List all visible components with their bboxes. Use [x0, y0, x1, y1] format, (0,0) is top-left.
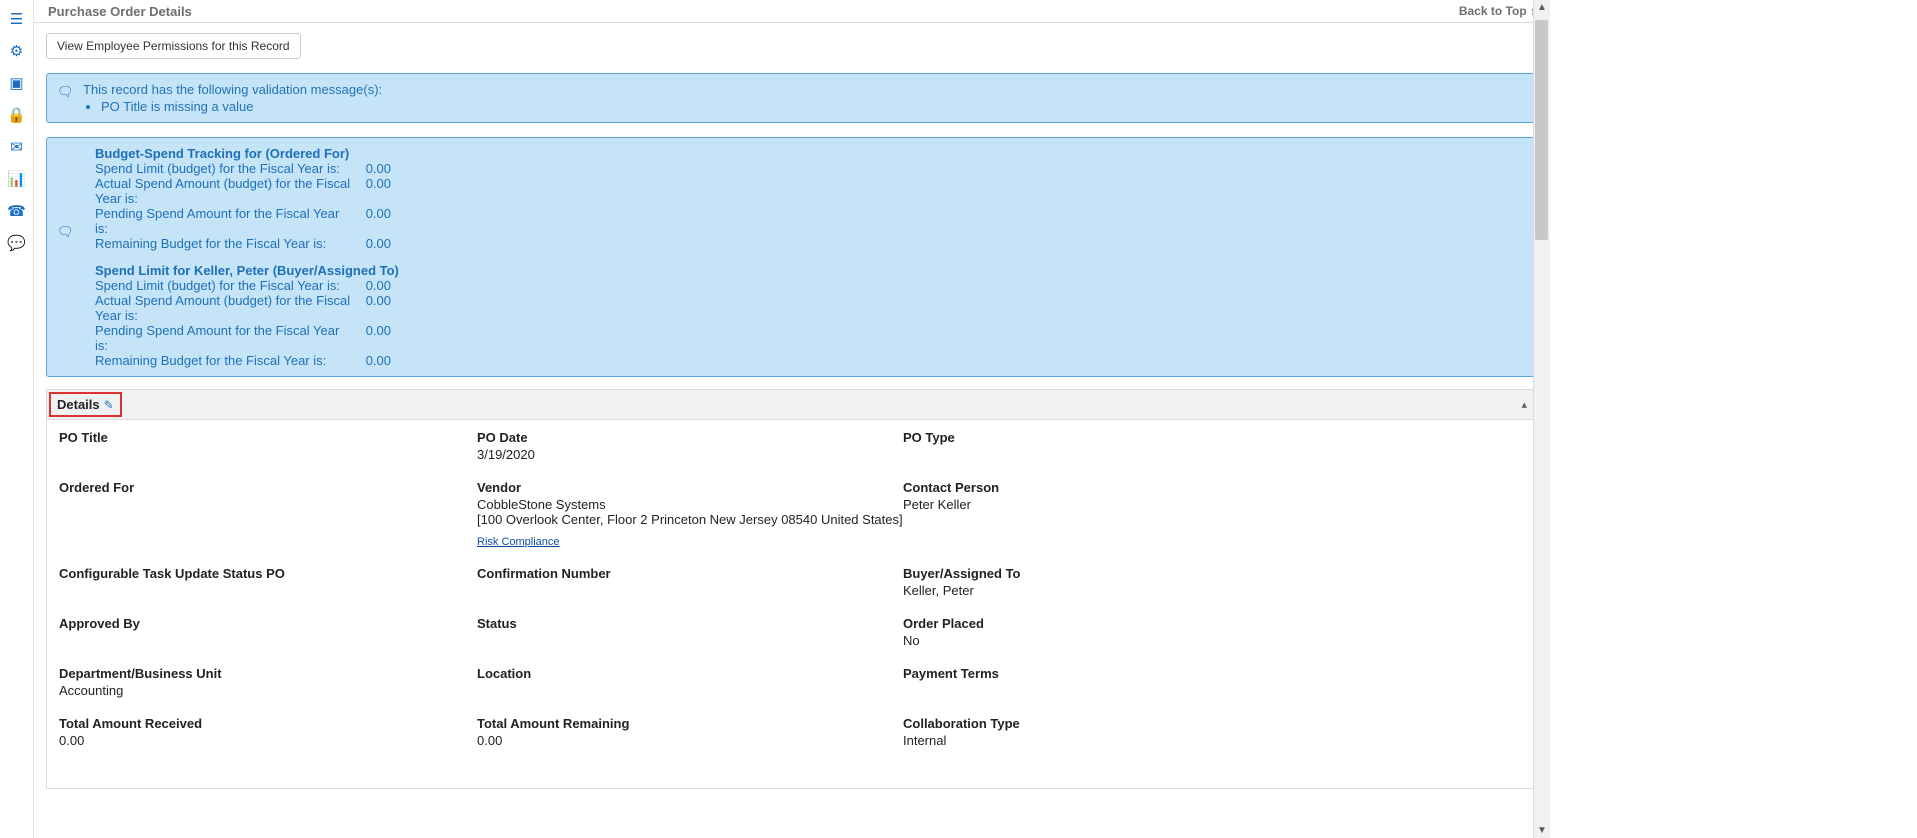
- back-to-top-link[interactable]: Back to Top ↑: [1459, 4, 1536, 18]
- field-label-po-title: PO Title: [59, 430, 477, 445]
- budget-section-ordered-for: Budget-Spend Tracking for (Ordered For) …: [83, 146, 1527, 251]
- field-value-vendor-addr: [100 Overlook Center, Floor 2 Princeton …: [477, 512, 903, 527]
- field-label-dept: Department/Business Unit: [59, 666, 477, 681]
- field-value-total-remaining: 0.00: [477, 733, 903, 748]
- menu-icon[interactable]: ☰: [10, 10, 23, 28]
- lock-icon[interactable]: 🔒: [7, 106, 26, 124]
- scroll-up-arrow-icon[interactable]: ▲: [1537, 0, 1547, 15]
- validation-info-box: 🗨 This record has the following validati…: [46, 73, 1538, 123]
- chart-icon[interactable]: 📊: [7, 170, 26, 188]
- budget-row-value: 0.00: [351, 323, 391, 353]
- field-value-collab: Internal: [903, 733, 1329, 748]
- budget-row-value: 0.00: [351, 278, 391, 293]
- field-label-total-remaining: Total Amount Remaining: [477, 716, 903, 731]
- details-header-label: Details: [57, 397, 100, 412]
- gear-icon[interactable]: ⚙: [10, 42, 23, 60]
- budget-section-title: Budget-Spend Tracking for (Ordered For): [85, 146, 1527, 161]
- mail-icon[interactable]: ✉: [10, 138, 23, 156]
- view-permissions-button[interactable]: View Employee Permissions for this Recor…: [46, 33, 301, 59]
- field-label-location: Location: [477, 666, 903, 681]
- budget-row-label: Spend Limit (budget) for the Fiscal Year…: [95, 278, 351, 293]
- document-icon[interactable]: ▣: [9, 74, 23, 92]
- field-label-contact: Contact Person: [903, 480, 1329, 495]
- budget-row-value: 0.00: [351, 236, 391, 251]
- pencil-icon[interactable]: ✎: [104, 398, 114, 412]
- budget-row-label: Spend Limit (budget) for the Fiscal Year…: [95, 161, 351, 176]
- budget-row-label: Pending Spend Amount for the Fiscal Year…: [95, 206, 351, 236]
- budget-row-value: 0.00: [351, 206, 391, 236]
- field-label-payment-terms: Payment Terms: [903, 666, 1329, 681]
- chat-icon[interactable]: 💬: [7, 234, 26, 252]
- vertical-scrollbar[interactable]: ▲ ▼: [1533, 0, 1550, 838]
- field-label-ordered-for: Ordered For: [59, 480, 477, 495]
- risk-compliance-link[interactable]: Risk Compliance: [477, 536, 560, 548]
- budget-row-label: Actual Spend Amount (budget) for the Fis…: [95, 176, 351, 206]
- budget-row-label: Actual Spend Amount (budget) for the Fis…: [95, 293, 351, 323]
- field-value-buyer: Keller, Peter: [903, 583, 1329, 598]
- field-label-vendor: Vendor: [477, 480, 903, 495]
- collapse-icon[interactable]: ▴: [1521, 398, 1527, 411]
- details-panel: PO Title PO Date 3/19/2020 PO Type: [46, 419, 1538, 789]
- budget-row-value: 0.00: [351, 293, 391, 323]
- budget-row-value: 0.00: [351, 161, 391, 176]
- field-value-vendor-name: CobbleStone Systems: [477, 497, 903, 512]
- field-label-task-status: Configurable Task Update Status PO: [59, 566, 477, 581]
- scroll-thumb[interactable]: [1535, 20, 1548, 240]
- validation-item: PO Title is missing a value: [101, 99, 1527, 114]
- field-label-confirmation: Confirmation Number: [477, 566, 903, 581]
- field-label-status: Status: [477, 616, 903, 631]
- page-title: Purchase Order Details: [48, 4, 192, 19]
- budget-row-label: Remaining Budget for the Fiscal Year is:: [95, 353, 351, 368]
- field-value-contact: Peter Keller: [903, 497, 1329, 512]
- field-label-order-placed: Order Placed: [903, 616, 1329, 631]
- info-icon: 🗨: [57, 84, 74, 100]
- field-value-order-placed: No: [903, 633, 1329, 648]
- main-area: Purchase Order Details Back to Top ↑ Vie…: [34, 0, 1550, 838]
- budget-row-label: Remaining Budget for the Fiscal Year is:: [95, 236, 351, 251]
- left-icon-sidebar: ☰ ⚙ ▣ 🔒 ✉ 📊 ☎ 💬: [0, 0, 34, 838]
- validation-list: PO Title is missing a value: [83, 99, 1527, 114]
- info-icon: 🗨: [57, 224, 74, 240]
- field-label-po-type: PO Type: [903, 430, 1329, 445]
- budget-row-value: 0.00: [351, 353, 391, 368]
- details-header-highlight: Details ✎: [49, 392, 122, 417]
- field-label-collab: Collaboration Type: [903, 716, 1329, 731]
- topbar: Purchase Order Details Back to Top ↑: [34, 0, 1550, 23]
- scroll-down-arrow-icon[interactable]: ▼: [1537, 823, 1547, 838]
- budget-row-label: Pending Spend Amount for the Fiscal Year…: [95, 323, 351, 353]
- field-label-po-date: PO Date: [477, 430, 903, 445]
- field-label-buyer: Buyer/Assigned To: [903, 566, 1329, 581]
- budget-section-title: Spend Limit for Keller, Peter (Buyer/Ass…: [85, 263, 1527, 278]
- content-area: View Employee Permissions for this Recor…: [34, 23, 1550, 838]
- handset-icon[interactable]: ☎: [7, 202, 26, 220]
- details-section-header[interactable]: Details ✎ ▴: [46, 389, 1538, 419]
- field-label-approved: Approved By: [59, 616, 477, 631]
- validation-header: This record has the following validation…: [83, 82, 1527, 97]
- budget-section-buyer: Spend Limit for Keller, Peter (Buyer/Ass…: [83, 263, 1527, 368]
- budget-info-box: 🗨 Budget-Spend Tracking for (Ordered For…: [46, 137, 1538, 377]
- field-value-dept: Accounting: [59, 683, 477, 698]
- field-label-total-received: Total Amount Received: [59, 716, 477, 731]
- field-value-po-date: 3/19/2020: [477, 447, 903, 462]
- field-value-total-received: 0.00: [59, 733, 477, 748]
- budget-row-value: 0.00: [351, 176, 391, 206]
